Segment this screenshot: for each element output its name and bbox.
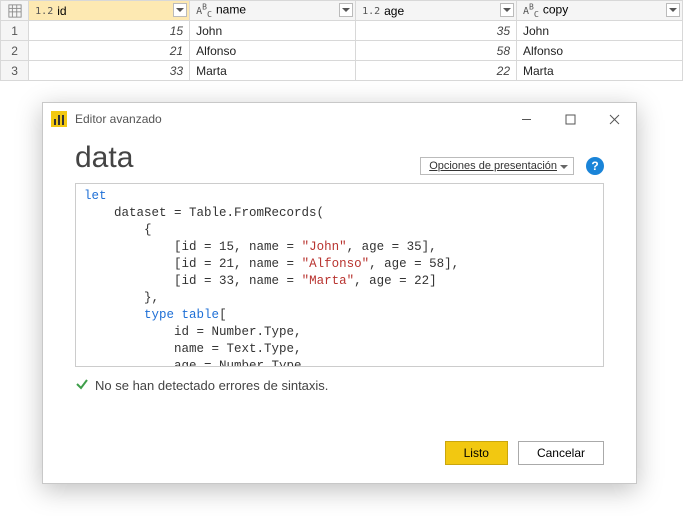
column-header-age[interactable]: 1.2 age: [356, 1, 517, 21]
app-icon: [51, 111, 67, 127]
cell-copy[interactable]: Marta: [517, 61, 683, 81]
display-options-dropdown[interactable]: Opciones de presentación: [420, 157, 574, 175]
cell-id[interactable]: 15: [29, 21, 190, 41]
row-number[interactable]: 2: [1, 41, 29, 61]
cell-id[interactable]: 33: [29, 61, 190, 81]
table-icon: [8, 3, 22, 17]
status-text: No se han detectado errores de sintaxis.: [95, 378, 328, 393]
column-filter-button[interactable]: [339, 3, 353, 17]
column-filter-button[interactable]: [173, 3, 187, 17]
code-editor[interactable]: let dataset = Table.FromRecords( { [id =…: [75, 183, 604, 367]
dialog-title: Editor avanzado: [75, 112, 504, 126]
datatype-number-icon: 1.2: [362, 6, 380, 17]
cell-id[interactable]: 21: [29, 41, 190, 61]
column-filter-button[interactable]: [666, 3, 680, 17]
column-filter-button[interactable]: [500, 3, 514, 17]
data-grid: 1.2 id ABC name 1.2 age ABC copy 1 15 John 3…: [0, 0, 683, 81]
column-header-name[interactable]: ABC name: [190, 1, 356, 21]
column-label: age: [384, 4, 404, 18]
check-icon: [75, 377, 89, 394]
table-row[interactable]: 1 15 John 35 John: [1, 21, 683, 41]
datatype-text-icon: ABC: [523, 6, 539, 17]
cell-name[interactable]: Marta: [190, 61, 356, 81]
column-label: name: [216, 3, 246, 17]
datatype-number-icon: 1.2: [35, 6, 53, 17]
cell-copy[interactable]: John: [517, 21, 683, 41]
table-row[interactable]: 2 21 Alfonso 58 Alfonso: [1, 41, 683, 61]
syntax-status: No se han detectado errores de sintaxis.: [75, 377, 604, 394]
row-number[interactable]: 3: [1, 61, 29, 81]
query-heading: data: [75, 141, 133, 175]
cell-copy[interactable]: Alfonso: [517, 41, 683, 61]
grid-corner[interactable]: [1, 1, 29, 21]
datatype-text-icon: ABC: [196, 6, 212, 17]
column-label: copy: [543, 3, 568, 17]
column-header-copy[interactable]: ABC copy: [517, 1, 683, 21]
close-button[interactable]: [592, 103, 636, 135]
titlebar: Editor avanzado: [43, 103, 636, 135]
cell-age[interactable]: 22: [356, 61, 517, 81]
done-button[interactable]: Listo: [445, 441, 508, 465]
cell-age[interactable]: 35: [356, 21, 517, 41]
column-header-id[interactable]: 1.2 id: [29, 1, 190, 21]
table-row[interactable]: 3 33 Marta 22 Marta: [1, 61, 683, 81]
cell-age[interactable]: 58: [356, 41, 517, 61]
row-number[interactable]: 1: [1, 21, 29, 41]
maximize-button[interactable]: [548, 103, 592, 135]
cell-name[interactable]: Alfonso: [190, 41, 356, 61]
help-icon[interactable]: ?: [586, 157, 604, 175]
advanced-editor-dialog: Editor avanzado data Opciones de present…: [42, 102, 637, 484]
minimize-button[interactable]: [504, 103, 548, 135]
column-label: id: [57, 4, 66, 18]
cancel-button[interactable]: Cancelar: [518, 441, 604, 465]
cell-name[interactable]: John: [190, 21, 356, 41]
